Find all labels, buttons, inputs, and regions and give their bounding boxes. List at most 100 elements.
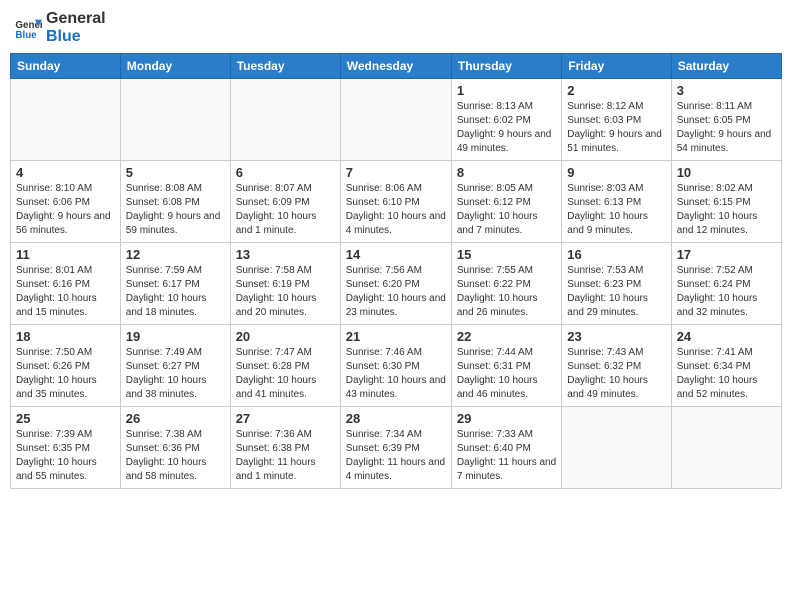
day-info: Sunrise: 8:08 AM Sunset: 6:08 PM Dayligh…	[126, 182, 225, 238]
col-header-thursday: Thursday	[451, 54, 561, 79]
calendar-cell: 23 Sunrise: 7:43 AM Sunset: 6:32 PM Dayli…	[562, 325, 671, 407]
calendar-table: SundayMondayTuesdayWednesdayThursdayFrid…	[10, 53, 782, 489]
day-info: Sunrise: 7:52 AM Sunset: 6:24 PM Dayligh…	[677, 264, 776, 320]
calendar-week-2: 4 Sunrise: 8:10 AM Sunset: 6:06 PM Daylig…	[11, 161, 782, 243]
day-info: Sunrise: 8:02 AM Sunset: 6:15 PM Dayligh…	[677, 182, 776, 238]
day-info: Sunrise: 7:53 AM Sunset: 6:23 PM Dayligh…	[567, 264, 665, 320]
calendar-cell	[120, 79, 230, 161]
col-header-monday: Monday	[120, 54, 230, 79]
day-number: 25	[16, 411, 115, 426]
day-info: Sunrise: 8:11 AM Sunset: 6:05 PM Dayligh…	[677, 100, 776, 156]
day-number: 23	[567, 329, 665, 344]
day-number: 4	[16, 165, 115, 180]
day-number: 24	[677, 329, 776, 344]
day-info: Sunrise: 7:56 AM Sunset: 6:20 PM Dayligh…	[346, 264, 446, 320]
logo-blue: Blue	[46, 28, 106, 46]
logo-icon: General Blue	[14, 14, 42, 42]
calendar-cell: 7 Sunrise: 8:06 AM Sunset: 6:10 PM Daylig…	[340, 161, 451, 243]
calendar-week-4: 18 Sunrise: 7:50 AM Sunset: 6:26 PM Dayli…	[11, 325, 782, 407]
day-number: 11	[16, 247, 115, 262]
calendar-cell: 4 Sunrise: 8:10 AM Sunset: 6:06 PM Daylig…	[11, 161, 121, 243]
calendar-cell: 21Sunrise: 7:46 AM Sunset: 6:30 PM Dayli…	[340, 325, 451, 407]
day-number: 27	[236, 411, 335, 426]
day-number: 29	[457, 411, 556, 426]
logo: General Blue General Blue	[14, 10, 106, 45]
day-number: 14	[346, 247, 446, 262]
day-info: Sunrise: 8:12 AM Sunset: 6:03 PM Dayligh…	[567, 100, 665, 156]
col-header-sunday: Sunday	[11, 54, 121, 79]
calendar-cell: 1Sunrise: 8:13 AM Sunset: 6:02 PM Daylig…	[451, 79, 561, 161]
calendar-week-3: 11 Sunrise: 8:01 AM Sunset: 6:16 PM Dayli…	[11, 243, 782, 325]
logo-general: General	[46, 10, 106, 28]
calendar-cell	[562, 407, 671, 489]
col-header-saturday: Saturday	[671, 54, 781, 79]
day-info: Sunrise: 7:58 AM Sunset: 6:19 PM Dayligh…	[236, 264, 335, 320]
day-number: 20	[236, 329, 335, 344]
page-header: General Blue General Blue	[10, 10, 782, 45]
day-number: 2	[567, 83, 665, 98]
calendar-cell: 3 Sunrise: 8:11 AM Sunset: 6:05 PM Daylig…	[671, 79, 781, 161]
calendar-cell: 27 Sunrise: 7:36 AM Sunset: 6:38 PM Dayli…	[230, 407, 340, 489]
calendar-cell: 2 Sunrise: 8:12 AM Sunset: 6:03 PM Daylig…	[562, 79, 671, 161]
day-info: Sunrise: 7:39 AM Sunset: 6:35 PM Dayligh…	[16, 428, 115, 484]
calendar-cell: 8 Sunrise: 8:05 AM Sunset: 6:12 PM Daylig…	[451, 161, 561, 243]
day-number: 19	[126, 329, 225, 344]
calendar-cell: 5Sunrise: 8:08 AM Sunset: 6:08 PM Daylig…	[120, 161, 230, 243]
calendar-cell: 22Sunrise: 7:44 AM Sunset: 6:31 PM Dayli…	[451, 325, 561, 407]
day-number: 16	[567, 247, 665, 262]
day-number: 8	[457, 165, 556, 180]
day-info: Sunrise: 7:50 AM Sunset: 6:26 PM Dayligh…	[16, 346, 115, 402]
calendar-cell: 15 Sunrise: 7:55 AM Sunset: 6:22 PM Dayli…	[451, 243, 561, 325]
calendar-header-row: SundayMondayTuesdayWednesdayThursdayFrid…	[11, 54, 782, 79]
day-number: 26	[126, 411, 225, 426]
calendar-cell: 25 Sunrise: 7:39 AM Sunset: 6:35 PM Dayli…	[11, 407, 121, 489]
calendar-cell	[340, 79, 451, 161]
day-info: Sunrise: 7:49 AM Sunset: 6:27 PM Dayligh…	[126, 346, 225, 402]
calendar-cell: 29 Sunrise: 7:33 AM Sunset: 6:40 PM Dayli…	[451, 407, 561, 489]
col-header-tuesday: Tuesday	[230, 54, 340, 79]
calendar-cell: 12 Sunrise: 7:59 AM Sunset: 6:17 PM Dayli…	[120, 243, 230, 325]
calendar-cell	[671, 407, 781, 489]
day-info: Sunrise: 8:06 AM Sunset: 6:10 PM Dayligh…	[346, 182, 446, 238]
calendar-cell: 24 Sunrise: 7:41 AM Sunset: 6:34 PM Dayli…	[671, 325, 781, 407]
day-number: 15	[457, 247, 556, 262]
calendar-cell: 20 Sunrise: 7:47 AM Sunset: 6:28 PM Dayli…	[230, 325, 340, 407]
calendar-cell: 19 Sunrise: 7:49 AM Sunset: 6:27 PM Dayli…	[120, 325, 230, 407]
day-info: Sunrise: 8:01 AM Sunset: 6:16 PM Dayligh…	[16, 264, 115, 320]
day-info: Sunrise: 7:43 AM Sunset: 6:32 PM Dayligh…	[567, 346, 665, 402]
calendar-cell: 6 Sunrise: 8:07 AM Sunset: 6:09 PM Daylig…	[230, 161, 340, 243]
day-number: 6	[236, 165, 335, 180]
day-info: Sunrise: 8:07 AM Sunset: 6:09 PM Dayligh…	[236, 182, 335, 238]
day-number: 13	[236, 247, 335, 262]
day-info: Sunrise: 7:47 AM Sunset: 6:28 PM Dayligh…	[236, 346, 335, 402]
day-number: 12	[126, 247, 225, 262]
calendar-cell: 26Sunrise: 7:38 AM Sunset: 6:36 PM Dayli…	[120, 407, 230, 489]
day-number: 28	[346, 411, 446, 426]
day-number: 7	[346, 165, 446, 180]
calendar-cell: 10 Sunrise: 8:02 AM Sunset: 6:15 PM Dayli…	[671, 161, 781, 243]
calendar-cell: 28 Sunrise: 7:34 AM Sunset: 6:39 PM Dayli…	[340, 407, 451, 489]
day-number: 10	[677, 165, 776, 180]
day-info: Sunrise: 7:41 AM Sunset: 6:34 PM Dayligh…	[677, 346, 776, 402]
day-info: Sunrise: 7:34 AM Sunset: 6:39 PM Dayligh…	[346, 428, 446, 484]
day-info: Sunrise: 7:55 AM Sunset: 6:22 PM Dayligh…	[457, 264, 556, 320]
day-number: 18	[16, 329, 115, 344]
day-number: 21	[346, 329, 446, 344]
day-info: Sunrise: 7:36 AM Sunset: 6:38 PM Dayligh…	[236, 428, 335, 484]
day-info: Sunrise: 8:05 AM Sunset: 6:12 PM Dayligh…	[457, 182, 556, 238]
calendar-week-5: 25 Sunrise: 7:39 AM Sunset: 6:35 PM Dayli…	[11, 407, 782, 489]
day-info: Sunrise: 8:03 AM Sunset: 6:13 PM Dayligh…	[567, 182, 665, 238]
calendar-cell	[11, 79, 121, 161]
day-info: Sunrise: 7:33 AM Sunset: 6:40 PM Dayligh…	[457, 428, 556, 484]
day-info: Sunrise: 7:44 AM Sunset: 6:31 PM Dayligh…	[457, 346, 556, 402]
calendar-cell: 9Sunrise: 8:03 AM Sunset: 6:13 PM Daylig…	[562, 161, 671, 243]
calendar-cell: 11 Sunrise: 8:01 AM Sunset: 6:16 PM Dayli…	[11, 243, 121, 325]
day-info: Sunrise: 8:10 AM Sunset: 6:06 PM Dayligh…	[16, 182, 115, 238]
day-number: 17	[677, 247, 776, 262]
day-info: Sunrise: 8:13 AM Sunset: 6:02 PM Dayligh…	[457, 100, 556, 156]
calendar-cell	[230, 79, 340, 161]
svg-text:Blue: Blue	[15, 29, 37, 40]
day-info: Sunrise: 7:59 AM Sunset: 6:17 PM Dayligh…	[126, 264, 225, 320]
day-number: 3	[677, 83, 776, 98]
col-header-wednesday: Wednesday	[340, 54, 451, 79]
